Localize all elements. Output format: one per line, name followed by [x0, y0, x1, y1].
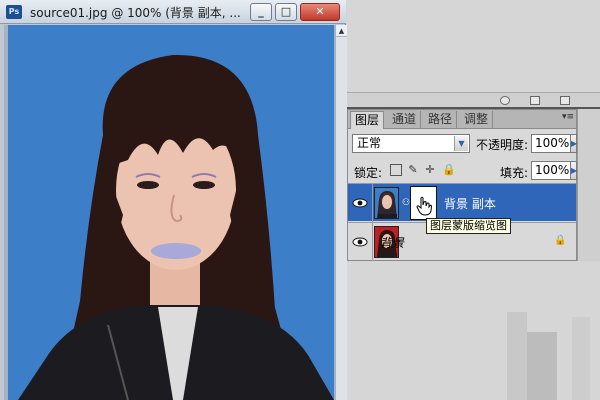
blend-mode-value: 正常	[357, 136, 382, 150]
fill-input[interactable]: 100%	[531, 161, 571, 180]
new-icon[interactable]	[530, 96, 540, 105]
tab-layers[interactable]: 图层	[350, 111, 385, 129]
portrait-image	[8, 25, 334, 400]
panel-tabs: 图层 通道 路径 调整 ▾≡	[348, 110, 576, 129]
panel-dock-top	[347, 0, 600, 92]
canvas-area[interactable]: ▲	[4, 25, 347, 400]
opacity-label: 不透明度:	[476, 138, 529, 152]
maximize-button[interactable]: □	[275, 3, 297, 21]
photoshop-icon: Ps	[6, 5, 22, 19]
tab-adjustments[interactable]: 调整	[460, 111, 494, 129]
close-button[interactable]: ✕	[300, 3, 340, 21]
minimize-button[interactable]: _	[250, 3, 272, 21]
move-icon[interactable]: ✛	[424, 164, 436, 176]
fill-label: 填充:	[500, 166, 529, 180]
visibility-divider	[372, 223, 373, 261]
eye-icon[interactable]	[352, 234, 368, 250]
document-window: Ps source01.jpg @ 100% (背景 副本, ... _ □ ✕	[0, 0, 347, 400]
tab-paths[interactable]: 路径	[424, 111, 458, 129]
lock-icon[interactable]: 🔒	[442, 164, 456, 176]
layer-thumbnail[interactable]	[374, 187, 399, 219]
document-titlebar[interactable]: Ps source01.jpg @ 100% (背景 副本, ... _ □ ✕	[0, 0, 346, 24]
layer-name-text: 背景	[380, 236, 405, 250]
document-title: source01.jpg @ 100% (背景 副本, ...	[30, 6, 241, 20]
layer-name[interactable]: 背景 副本	[444, 195, 496, 212]
lock-label: 锁定:	[354, 166, 383, 180]
circle-icon[interactable]	[500, 96, 510, 105]
panel-dock-bottom	[347, 262, 600, 400]
brush-icon[interactable]: ✎	[407, 164, 419, 176]
mosaic-block	[527, 332, 557, 400]
panel-dock-bar	[347, 92, 600, 109]
hand-cursor-icon	[416, 196, 433, 216]
opacity-input[interactable]: 100%	[531, 134, 571, 153]
layers-panel: 图层 通道 路径 调整 ▾≡ 正常 ▼ 不透明度: 100% ▶ 锁定: ✎ ✛…	[347, 109, 577, 261]
vertical-scrollbar[interactable]: ▲	[335, 25, 347, 400]
portrait-photo	[8, 25, 334, 400]
layer-row-background-copy[interactable]: ⚇ 背景 副本	[348, 183, 576, 222]
mosaic-block	[572, 317, 590, 400]
scroll-up-icon[interactable]: ▲	[336, 25, 347, 37]
visibility-divider	[372, 184, 373, 222]
lock-transparent-icon[interactable]	[390, 164, 402, 176]
mosaic-block	[507, 312, 527, 400]
blend-mode-select[interactable]: 正常 ▼	[352, 134, 470, 153]
trash-icon[interactable]	[560, 96, 570, 105]
eye-icon[interactable]	[352, 195, 368, 211]
tooltip: 图层蒙版缩览图	[426, 218, 511, 234]
panel-scrollbar[interactable]	[577, 109, 600, 261]
lock-icon: 🔒	[554, 235, 567, 246]
chevron-down-icon[interactable]: ▼	[454, 136, 468, 151]
tab-channels[interactable]: 通道	[388, 111, 422, 129]
chain-link-icon[interactable]: ⚇	[402, 198, 410, 208]
panel-menu-icon[interactable]: ▾≡	[562, 112, 574, 122]
